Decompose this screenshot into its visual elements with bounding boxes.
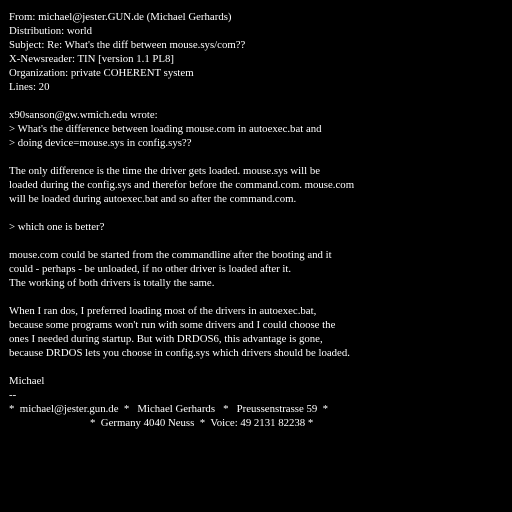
body-line: loaded during the config.sys and therefo… xyxy=(9,179,355,191)
quoted-line: > doing device=mouse.sys in config.sys?? xyxy=(9,137,192,149)
quote-attribution: x90sanson@gw.wmich.edu wrote: xyxy=(9,109,158,121)
header-newsreader: X-Newsreader: TIN [version 1.1 PL8] xyxy=(9,53,175,65)
signature-name: Michael xyxy=(9,375,45,387)
quoted-line: > which one is better? xyxy=(9,221,105,233)
body-line: because DRDOS lets you choose in config.… xyxy=(9,347,350,359)
quoted-line: > What's the difference between loading … xyxy=(9,123,322,135)
body-line: could - perhaps - be unloaded, if no oth… xyxy=(9,263,292,275)
body-line: The working of both drivers is totally t… xyxy=(9,277,215,289)
header-from: From: michael@jester.GUN.de (Michael Ger… xyxy=(9,11,232,23)
message-view: From: michael@jester.GUN.de (Michael Ger… xyxy=(0,0,512,512)
body-line: The only difference is the time the driv… xyxy=(9,165,321,177)
signature-separator: -- xyxy=(9,389,17,401)
body-line: mouse.com could be started from the comm… xyxy=(9,249,332,261)
header-subject: Subject: Re: What's the diff between mou… xyxy=(9,39,246,51)
body-line: will be loaded during autoexec.bat and s… xyxy=(9,193,297,205)
signature-line: * Germany 4040 Neuss * Voice: 49 2131 82… xyxy=(9,417,314,429)
body-line: When I ran dos, I preferred loading most… xyxy=(9,305,317,317)
body-line: because some programs won't run with som… xyxy=(9,319,336,331)
signature-line: * michael@jester.gun.de * Michael Gerhar… xyxy=(9,403,329,415)
header-lines: Lines: 20 xyxy=(9,81,50,93)
body-line: ones I needed during startup. But with D… xyxy=(9,333,323,345)
header-organization: Organization: private COHERENT system xyxy=(9,67,194,79)
header-distribution: Distribution: world xyxy=(9,25,93,37)
